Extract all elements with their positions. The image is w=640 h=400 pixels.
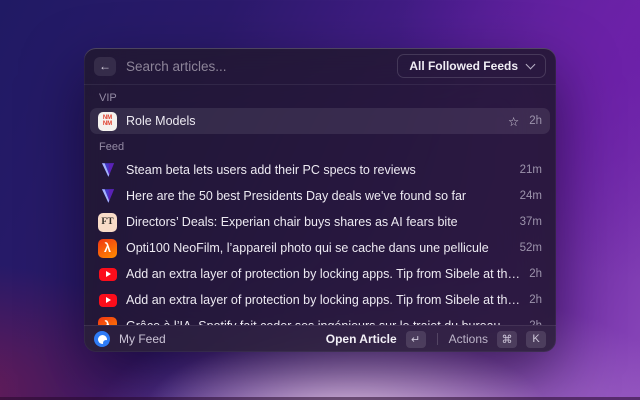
article-time: 2h [529,294,542,306]
star-icon: ☆ [507,114,520,129]
article-time: 52m [519,242,542,254]
list-item[interactable]: Add an extra layer of protection by lock… [90,261,550,287]
article-time: 2h [529,115,542,127]
article-title: Steam beta lets users add their PC specs… [126,163,416,177]
youtube-icon [98,291,117,310]
article-title: Directors’ Deals: Experian chair buys sh… [126,215,458,229]
article-time: 37m [519,216,542,228]
open-article-button[interactable]: Open Article [326,332,397,346]
search-input[interactable] [126,58,388,74]
article-title: Here are the 50 best Presidents Day deal… [126,189,467,203]
list-item[interactable]: Here are the 50 best Presidents Day deal… [90,183,550,209]
k-key-icon: K [526,330,546,348]
chevron-down-icon [525,59,536,70]
list-item[interactable]: λGrâce à l’IA, Spotify fait coder ses in… [90,313,550,325]
list-item[interactable]: FT Directors’ Deals: Experian chair buys … [90,209,550,235]
the-verge-icon [98,187,117,206]
list-item[interactable]: λ Opti100 NeoFilm, l’appareil photo qui s… [90,235,550,261]
article-title: Role Models [126,114,196,128]
feed-filter-label: All Followed Feeds [409,59,518,73]
article-title: Add an extra layer of protection by lock… [126,267,520,281]
list-item[interactable]: Steam beta lets users add their PC specs… [90,157,550,183]
role-models-favicon-icon: NM NM [98,111,117,131]
section-label: VIP [99,92,117,104]
my-feed-icon [94,331,110,347]
extension-name: My Feed [119,332,166,346]
financial-times-icon: FT [98,212,117,232]
footer-divider [436,333,438,345]
article-title: Add an extra layer of protection by lock… [126,293,520,307]
actions-button[interactable]: Actions [449,332,488,346]
footer-bar: My Feed Open Article ↵ Actions ⌘ K [84,325,556,352]
search-bar: ← All Followed Feeds [84,48,556,85]
section-label: Feed [99,141,125,153]
feed-search-window: ← All Followed Feeds VIP NMNM Role Models ☆… [84,48,556,352]
list-item[interactable]: Add an extra layer of protection by lock… [90,287,550,313]
article-time: 21m [519,164,542,176]
list-item[interactable]: NM NM Role Models ☆ 2h [90,108,550,134]
back-arrow-icon: ← [99,59,111,73]
numerama-icon: λ [98,238,117,258]
youtube-icon [98,265,117,284]
article-time: 2h [529,268,542,280]
article-time: 24m [519,190,542,202]
return-key-icon: ↵ [405,330,426,348]
article-title: Opti100 NeoFilm, l’appareil photo qui se… [126,241,489,255]
command-key-icon: ⌘ [497,330,517,348]
numerama-icon: λ [98,316,117,325]
the-verge-icon [98,161,117,180]
back-button[interactable]: ← [94,56,116,76]
results-list: VIP NM NM Role Models ☆ 2h Feed Steam beta lets… [84,85,556,325]
feed-filter-dropdown[interactable]: All Followed Feeds [397,54,546,78]
